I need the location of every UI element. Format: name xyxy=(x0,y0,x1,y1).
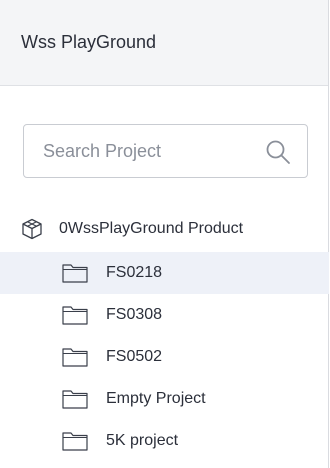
folder-icon xyxy=(62,348,88,367)
tree-item-fs0308[interactable]: FS0308 xyxy=(0,294,329,336)
tree-item-label: 5K project xyxy=(106,432,179,449)
folder-icon xyxy=(62,306,88,325)
tree-item-label: FS0218 xyxy=(106,264,163,281)
product-label: 0WssPlayGround Product xyxy=(59,220,244,237)
folder-icon xyxy=(62,264,88,283)
tree-item-5k-project[interactable]: 5K project xyxy=(0,420,329,462)
tree-item-label: Empty Project xyxy=(106,390,206,407)
tree-item-empty-project[interactable]: Empty Project xyxy=(0,378,329,420)
search-icon[interactable] xyxy=(265,139,291,165)
tree-product-row[interactable]: 0WssPlayGround Product xyxy=(0,206,329,252)
project-sidebar: Wss PlayGround 0WssPlayGround Product xyxy=(0,0,329,468)
tree-item-fs0502[interactable]: FS0502 xyxy=(0,336,329,378)
tree-item-fs0218[interactable]: FS0218 xyxy=(0,252,329,294)
search-project-input[interactable] xyxy=(24,124,265,178)
workspace-title: Wss PlayGround xyxy=(21,32,157,52)
project-tree: 0WssPlayGround Product FS0218 FS0308 FS0… xyxy=(0,206,329,462)
tree-item-label: FS0502 xyxy=(106,348,163,365)
cube-icon xyxy=(22,218,42,240)
sidebar-header: Wss PlayGround xyxy=(0,0,328,86)
tree-item-label: FS0308 xyxy=(106,306,163,323)
search-box xyxy=(23,124,308,178)
folder-icon xyxy=(62,432,88,451)
folder-icon xyxy=(62,390,88,409)
